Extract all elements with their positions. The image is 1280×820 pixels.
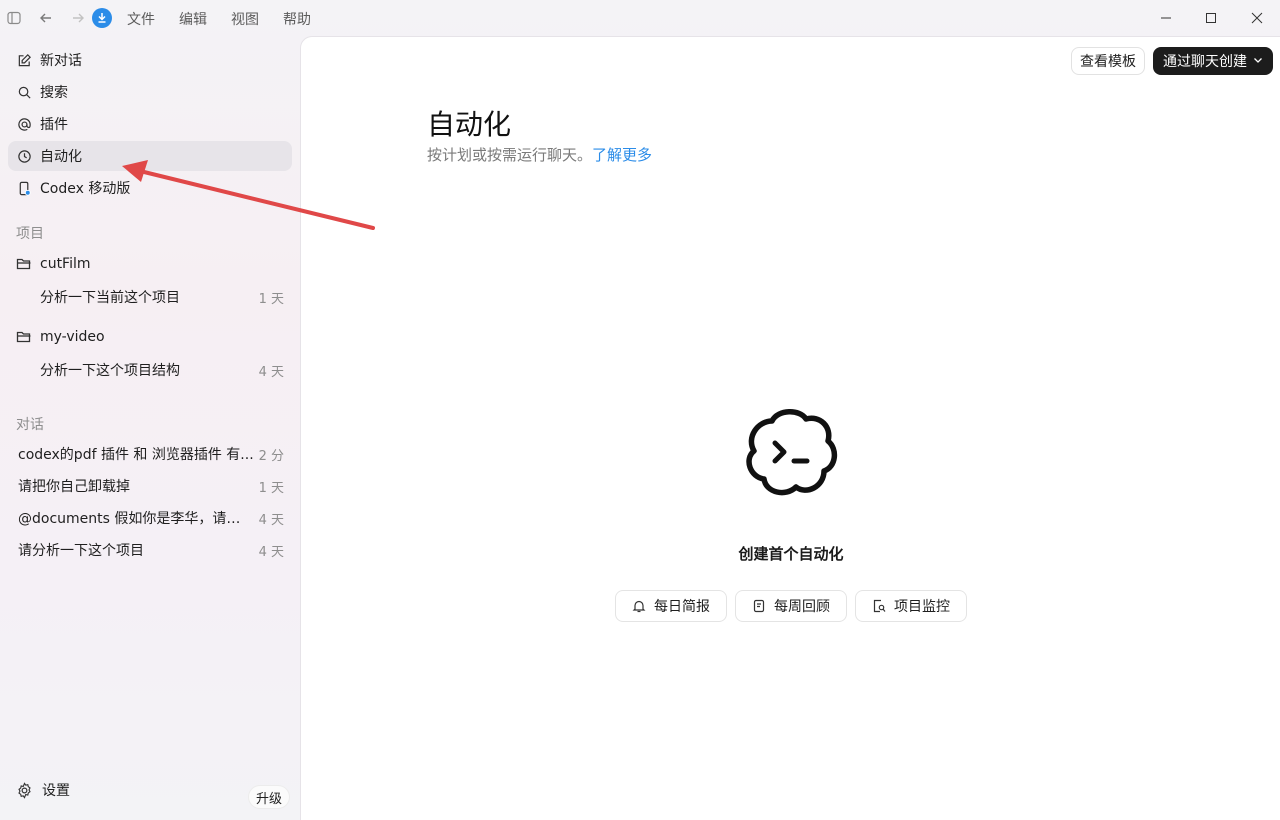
maximize-icon[interactable] [1201,8,1221,28]
sidebar-item-label: Codex 移动版 [40,181,131,197]
chip-label: 每周回顾 [774,599,830,615]
chat-title: 请分析一下这个项目 [18,543,144,559]
title-bar: 文件 编辑 视图 帮助 [0,0,1280,36]
gear-icon [16,781,34,799]
view-templates-button[interactable]: 查看模板 [1071,47,1145,75]
sidebar-item-label: 新对话 [40,53,82,69]
chat-title: codex的pdf 插件 和 浏览器插件 有... [18,447,254,463]
sidebar-item-automation[interactable]: 自动化 [8,141,292,171]
chip-label: 每日简报 [654,599,710,615]
chat-title: @documents 假如你是李华，请写一... [18,511,254,527]
chats-section-label: 对话 [16,417,44,433]
download-update-icon[interactable] [92,8,112,28]
sidebar-toggle-icon[interactable] [4,8,24,28]
thread-item[interactable]: 分析一下当前这个项目 1 天 [8,282,292,312]
thread-title: 分析一下这个项目结构 [40,363,180,379]
sidebar-item-plugins[interactable]: 插件 [8,109,292,139]
project-cutfilm[interactable]: cutFilm [8,249,292,279]
close-icon[interactable] [1247,8,1267,28]
template-chip-daily-brief[interactable]: 每日简报 [615,590,727,622]
bell-icon [632,598,648,614]
upgrade-button[interactable]: 升级 [248,785,290,809]
chat-item[interactable]: 请分析一下这个项目 4 天 [8,535,292,565]
project-name: cutFilm [40,256,91,272]
project-my-video[interactable]: my-video [8,322,292,352]
sidebar-item-label: 插件 [40,117,68,133]
create-via-chat-label: 通过聊天创建 [1163,54,1247,70]
chat-age: 4 天 [258,544,284,560]
edit-icon [16,52,32,68]
chat-title: 请把你自己卸载掉 [18,479,130,495]
menu-view[interactable]: 视图 [231,9,283,29]
thread-age: 4 天 [258,364,284,380]
chat-item[interactable]: @documents 假如你是李华，请写一... 4 天 [8,503,292,533]
chat-age: 2 分 [258,448,284,464]
sidebar-item-codex-mobile[interactable]: Codex 移动版 [8,173,292,203]
chevron-down-icon [1253,53,1263,69]
template-chip-project-monitor[interactable]: 项目监控 [855,590,967,622]
forward-arrow-icon[interactable] [68,8,88,28]
sidebar-item-label: 自动化 [40,149,82,165]
notebook-icon [752,598,768,614]
chat-item[interactable]: 请把你自己卸载掉 1 天 [8,471,292,501]
projects-section-label: 项目 [16,226,44,242]
learn-more-link[interactable]: 了解更多 [592,146,652,164]
mobile-icon [16,180,32,196]
menu-file[interactable]: 文件 [127,9,179,29]
chat-age: 4 天 [258,512,284,528]
template-chip-weekly-review[interactable]: 每周回顾 [735,590,847,622]
codex-cloud-terminal-icon [744,407,838,499]
settings-label: 设置 [42,783,70,799]
empty-state-title: 创建首个自动化 [738,545,844,563]
project-name: my-video [40,329,105,345]
sidebar-item-search[interactable]: 搜索 [8,77,292,107]
folder-icon [16,256,32,272]
thread-age: 1 天 [258,291,284,307]
back-arrow-icon[interactable] [36,8,56,28]
folder-icon [16,329,32,345]
thread-item[interactable]: 分析一下这个项目结构 4 天 [8,355,292,385]
menu-bar: 文件 编辑 视图 帮助 [127,9,335,29]
minimize-icon[interactable] [1156,8,1176,28]
create-via-chat-button[interactable]: 通过聊天创建 [1153,47,1273,75]
chat-item[interactable]: codex的pdf 插件 和 浏览器插件 有... 2 分 [8,439,292,469]
settings-button[interactable]: 设置 [16,780,70,800]
menu-help[interactable]: 帮助 [283,9,335,29]
search-icon [16,84,32,100]
clock-icon [16,148,32,164]
thread-title: 分析一下当前这个项目 [40,290,180,306]
page-subtitle: 按计划或按需运行聊天。了解更多 [427,144,652,165]
page-title: 自动化 [427,108,512,141]
chip-label: 项目监控 [894,599,950,615]
subtitle-text: 按计划或按需运行聊天。 [427,146,593,164]
sidebar-item-label: 搜索 [40,85,68,101]
chat-age: 1 天 [258,480,284,496]
sidebar-item-new-chat[interactable]: 新对话 [8,45,292,75]
menu-edit[interactable]: 编辑 [179,9,231,29]
sidebar: 新对话 搜索 插件 自动化 Codex 移动版 项目 cutFilm 分析一下当… [0,36,300,820]
at-icon [16,116,32,132]
file-search-icon [872,598,888,614]
main-panel: 查看模板 通过聊天创建 自动化 按计划或按需运行聊天。了解更多 创建首个自动化 … [300,36,1280,820]
